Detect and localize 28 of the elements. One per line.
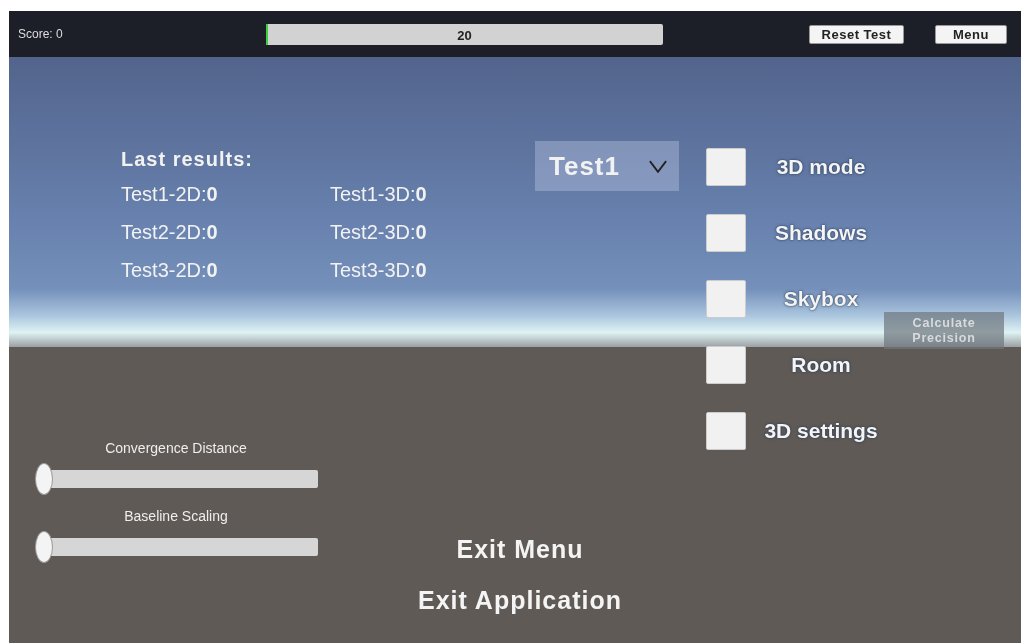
result-text: Test3-2D:0 [121, 258, 219, 283]
results-title: Last results: [121, 148, 254, 171]
progress-label: 20 [457, 28, 472, 43]
chevron-down-icon [649, 159, 667, 173]
exit-menu-button[interactable]: Exit Menu [456, 531, 584, 568]
toggle-label: 3D mode [775, 155, 867, 179]
result-text: Test1-2D:0 [121, 182, 219, 207]
score-text: Score: 0 [18, 27, 64, 41]
slider-label: Convergence Distance [105, 440, 247, 456]
slider[interactable] [34, 531, 318, 563]
toggle-label: Shadows [773, 221, 869, 245]
toggle-label: 3D settings [763, 419, 879, 443]
menu-button[interactable]: Menu [935, 24, 1007, 44]
exit-application-button[interactable]: Exit Application [418, 582, 622, 619]
checkbox[interactable] [706, 412, 746, 450]
result-text: Test3-3D:0 [330, 258, 427, 283]
result-text: Test2-2D:0 [121, 220, 219, 245]
slider[interactable] [34, 463, 318, 495]
reset-button[interactable]: Reset Test [809, 24, 904, 44]
result-text: Test2-3D:0 [330, 220, 427, 245]
checkbox[interactable] [706, 148, 746, 186]
checkbox[interactable] [706, 280, 746, 318]
checkbox[interactable] [706, 346, 746, 384]
result-text: Test1-3D:0 [330, 182, 427, 207]
slider-label: Baseline Scaling [124, 508, 228, 524]
toggle-label: Skybox [782, 287, 860, 311]
checkbox[interactable] [706, 214, 746, 252]
toggle-label: Room [790, 353, 852, 377]
